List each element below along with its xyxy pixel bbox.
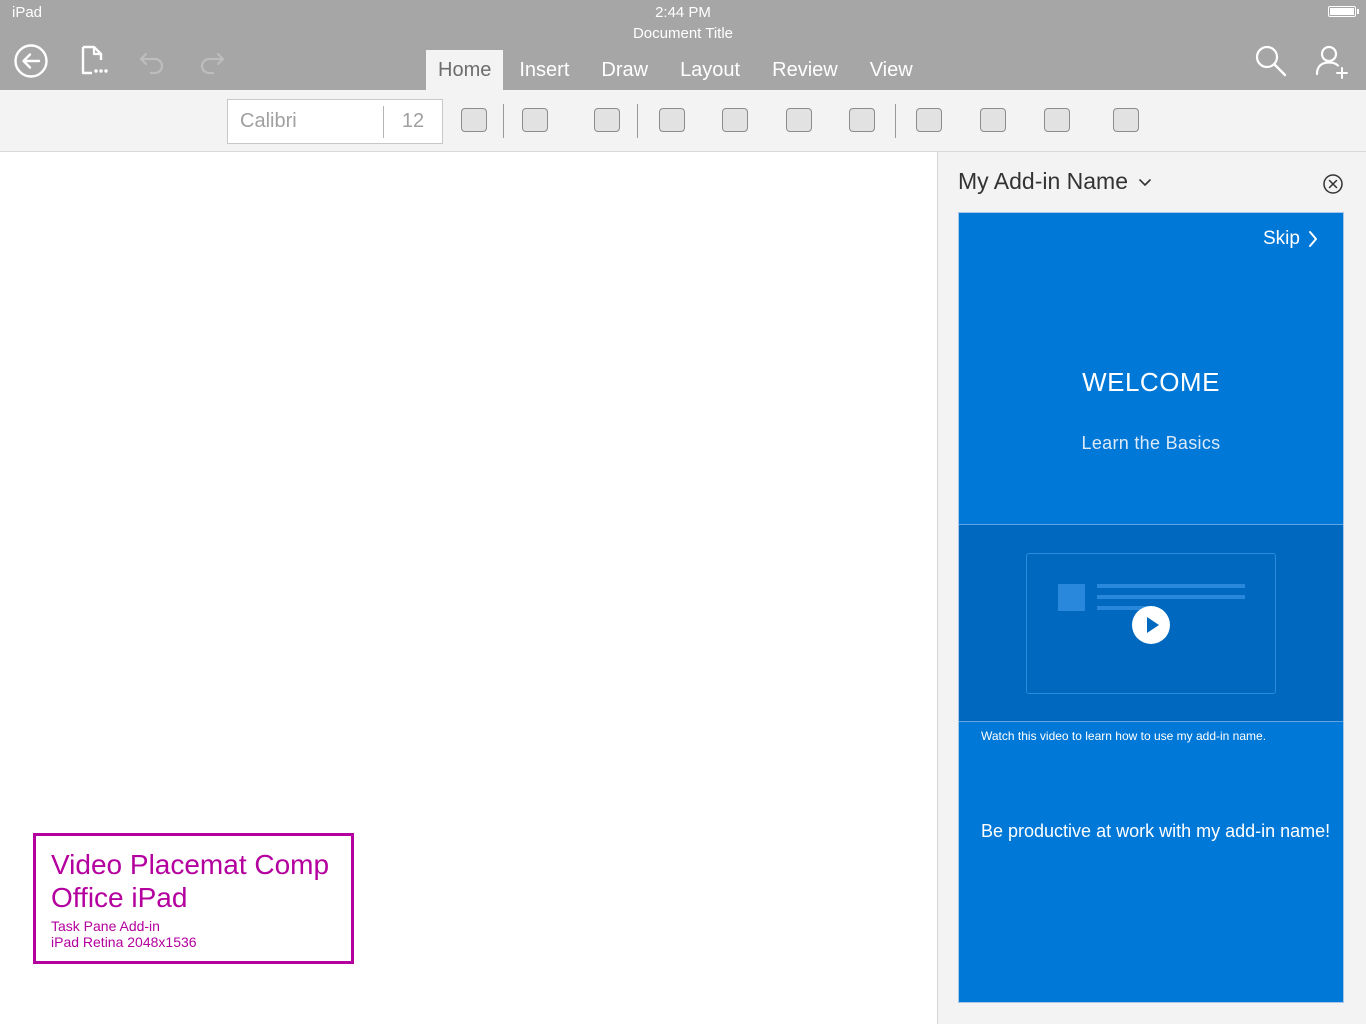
ribbon-separator <box>637 104 638 138</box>
pane-title: My Add-in Name <box>958 168 1129 194</box>
undo-icon[interactable] <box>133 42 171 80</box>
placemat-subtitle-2: iPad Retina 2048x1536 <box>51 934 197 950</box>
tab-draw[interactable]: Draw <box>585 50 664 90</box>
tab-home[interactable]: Home <box>426 50 504 90</box>
battery-tip <box>1357 9 1359 14</box>
ribbon-button-5[interactable] <box>722 108 748 132</box>
ribbon-button-4[interactable] <box>659 108 685 132</box>
tab-review[interactable]: Review <box>756 50 854 90</box>
ribbon-separator <box>503 104 504 138</box>
task-pane: My Add-in Name Skip WELCOME Learn the Ba… <box>937 152 1366 1024</box>
video-thumbnail[interactable] <box>1026 553 1276 694</box>
ribbon-button-6[interactable] <box>786 108 812 132</box>
font-size-field[interactable]: 12 <box>384 100 442 143</box>
battery-icon <box>1328 6 1356 17</box>
video-section <box>959 524 1343 722</box>
ribbon-tabs: Home Insert Draw Layout Review View <box>426 50 929 90</box>
chevron-down-icon <box>1139 178 1151 186</box>
file-options-icon[interactable] <box>74 42 112 80</box>
document-title: Document Title <box>632 25 734 42</box>
ribbon-button-2[interactable] <box>522 108 548 132</box>
pane-title-dropdown[interactable]: My Add-in Name <box>958 168 1152 195</box>
ribbon-button-7[interactable] <box>849 108 875 132</box>
tab-layout[interactable]: Layout <box>664 50 756 90</box>
video-thumb-line <box>1097 595 1245 599</box>
search-icon[interactable] <box>1252 42 1290 80</box>
font-name-field[interactable]: Calibri <box>240 100 297 143</box>
learn-basics-subtitle: Learn the Basics <box>1081 433 1221 453</box>
ribbon-toolbar: Calibri 12 <box>0 90 1366 152</box>
ribbon-button-11[interactable] <box>1113 108 1139 132</box>
addin-welcome-card: Skip WELCOME Learn the Basics Watch this… <box>958 212 1344 1003</box>
ribbon-button-9[interactable] <box>980 108 1006 132</box>
welcome-heading: WELCOME <box>1082 367 1220 397</box>
close-icon[interactable] <box>1322 173 1344 195</box>
play-icon <box>1147 617 1159 633</box>
skip-button[interactable]: Skip <box>1263 228 1318 250</box>
placemat-subtitle-1: Task Pane Add-in <box>51 918 160 934</box>
ribbon-button-10[interactable] <box>1044 108 1070 132</box>
tab-insert[interactable]: Insert <box>503 50 585 90</box>
placemat-label: Video Placemat Comp Office iPad Task Pan… <box>33 833 354 964</box>
video-caption: Watch this video to learn how to use my … <box>981 729 1267 743</box>
ribbon-button-3[interactable] <box>594 108 620 132</box>
ribbon-button-1[interactable] <box>461 108 487 132</box>
redo-icon[interactable] <box>193 42 231 80</box>
ribbon-separator <box>895 104 896 138</box>
play-button[interactable] <box>1132 606 1170 644</box>
font-picker[interactable]: Calibri 12 <box>227 99 443 144</box>
chevron-right-icon <box>1308 231 1317 247</box>
ribbon-button-8[interactable] <box>916 108 942 132</box>
skip-label: Skip <box>1263 228 1300 249</box>
productive-message: Be productive at work with my add-in nam… <box>981 821 1331 841</box>
tab-view[interactable]: View <box>854 50 929 90</box>
placemat-title-1: Video Placemat Comp <box>51 849 330 880</box>
top-bar: iPad 2:44 PM Document Title Home Insert … <box>0 0 1366 90</box>
status-time: 2:44 PM <box>655 4 711 21</box>
add-person-icon[interactable] <box>1312 42 1350 80</box>
placemat-title-2: Office iPad <box>51 882 188 913</box>
video-thumb-line <box>1097 584 1245 588</box>
video-thumb-image <box>1058 584 1085 611</box>
back-arrow-icon[interactable] <box>12 42 50 80</box>
